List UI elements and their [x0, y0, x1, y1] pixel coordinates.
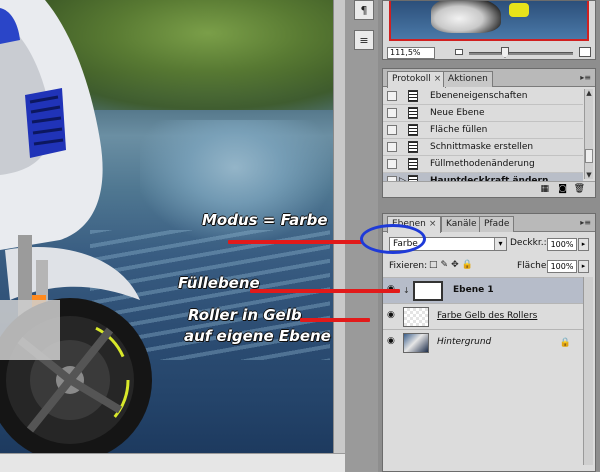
opacity-label: Deckkr.: [510, 238, 547, 248]
history-item[interactable]: Fläche füllen [383, 122, 583, 139]
layers-scrollbar[interactable] [583, 277, 593, 465]
tab-label: Pfade [484, 219, 510, 229]
layer-thumbnail[interactable] [413, 281, 443, 301]
history-state-icon [408, 90, 418, 102]
tab-pfade[interactable]: Pfade [479, 216, 515, 232]
navigator-panel: 111,5% [382, 0, 596, 60]
layer-thumbnail[interactable] [403, 307, 429, 327]
panel-menu-icon[interactable]: ▸≡ [580, 73, 591, 82]
snapshot-checkbox[interactable] [387, 91, 397, 101]
tab-label: Kanäle [446, 219, 477, 229]
layer-row-hintergrund[interactable]: ◉ Hintergrund 🔒 [383, 329, 583, 355]
canvas-vertical-scrollbar[interactable] [333, 0, 345, 453]
snapshot-checkbox[interactable] [387, 142, 397, 152]
tab-label: Protokoll [392, 74, 431, 84]
history-panel: Protokoll × Aktionen ▸≡ Ebeneneigenschaft… [382, 68, 596, 198]
brush-preset-icon[interactable]: ¶ [354, 0, 374, 20]
annotation-mode-circle [360, 224, 426, 254]
annotation-mode: Modus = Farbe [202, 211, 328, 229]
annotation-roller-line1: Roller in Gelb [188, 306, 302, 324]
annotation-fill-layer: Füllebene [178, 274, 260, 292]
history-item-label: Ebeneneigenschaften [430, 91, 528, 101]
scroll-down-icon[interactable]: ▼ [585, 171, 593, 179]
camera-icon[interactable]: ◙ [558, 184, 567, 194]
thumbnail-scooter [431, 1, 501, 33]
zoom-out-icon[interactable] [455, 49, 463, 55]
history-list: Ebeneneigenschaften Neue Ebene Fläche fü… [383, 88, 583, 190]
history-item[interactable]: Schnittmaske erstellen [383, 139, 583, 156]
tab-aktionen[interactable]: Aktionen [443, 71, 493, 87]
photoshop-window: ¶ ≡ 111,5% Protokoll × Aktionen ▸≡ Ebene… [0, 0, 600, 472]
history-item[interactable]: Ebeneneigenschaften [383, 88, 583, 105]
history-state-icon [408, 141, 418, 153]
history-state-icon [408, 158, 418, 170]
visibility-eye-icon[interactable]: ◉ [387, 311, 399, 320]
fill-label: Fläche: [517, 261, 550, 271]
chevron-down-icon[interactable]: ▾ [494, 238, 506, 250]
history-tabbar: Protokoll × Aktionen ▸≡ [383, 69, 595, 88]
snapshot-checkbox[interactable] [387, 125, 397, 135]
annotation-roller-line2: auf eigene Ebene [184, 327, 331, 345]
lock-transparency-icon[interactable]: □ [429, 260, 441, 270]
snapshot-checkbox[interactable] [387, 159, 397, 169]
opacity-input[interactable]: 100% [547, 238, 577, 251]
panel-menu-icon[interactable]: ▸≡ [580, 218, 591, 227]
navigator-thumbnail[interactable] [389, 1, 589, 41]
trash-icon[interactable]: 🗑 [574, 184, 585, 194]
lock-icon: 🔒 [559, 338, 571, 348]
canvas-status-bar [0, 453, 345, 472]
layer-row-ebene-1[interactable]: ◉ ↓ Ebene 1 [383, 277, 583, 303]
history-scrollbar[interactable]: ▲ ▼ [584, 89, 593, 179]
layer-name: Ebene 1 [453, 285, 494, 295]
opacity-slider-arrow-icon[interactable]: ▸ [578, 238, 589, 251]
layer-row-farbe-gelb[interactable]: ◉ Farbe Gelb des Rollers [383, 303, 583, 329]
fill-input[interactable]: 100% [547, 260, 577, 273]
thumbnail-light [509, 3, 529, 17]
zoom-slider[interactable] [469, 52, 573, 55]
lock-paint-icon[interactable]: ✎ [441, 260, 452, 270]
scroll-thumb[interactable] [585, 149, 593, 163]
scroll-up-icon[interactable]: ▲ [585, 89, 593, 97]
history-item-label: Füllmethodenänderung [430, 159, 535, 169]
history-item[interactable]: Füllmethodenänderung [383, 156, 583, 173]
zoom-input[interactable]: 111,5% [387, 47, 435, 59]
zoom-in-icon[interactable] [579, 47, 591, 57]
annotation-mode-line [228, 240, 362, 244]
annotation-roller-line [300, 318, 370, 322]
tab-kanaele[interactable]: Kanäle [441, 216, 482, 232]
history-footer-toolbar: ▦ ◙ 🗑 [383, 181, 595, 197]
history-item-label: Fläche füllen [430, 125, 488, 135]
close-icon[interactable]: × [434, 74, 442, 84]
visibility-eye-icon[interactable]: ◉ [387, 337, 399, 346]
snapshot-checkbox[interactable] [387, 108, 397, 118]
fill-slider-arrow-icon[interactable]: ▸ [578, 260, 589, 273]
history-state-icon [408, 124, 418, 136]
lock-label: Fixieren: [389, 261, 428, 271]
annotation-fill-layer-line [250, 289, 400, 293]
layers-panel: Ebenen × Kanäle Pfade ▸≡ Farbe ▾ Deckkr.:… [382, 213, 596, 472]
history-item[interactable]: Neue Ebene [383, 105, 583, 122]
clipping-arrow-icon: ↓ [403, 286, 410, 295]
new-document-icon[interactable]: ▦ [540, 184, 549, 194]
document-icon[interactable]: ≡ [354, 30, 374, 50]
history-item-label: Neue Ebene [430, 108, 485, 118]
lock-all-icon[interactable]: 🔒 [462, 260, 476, 270]
layer-thumbnail[interactable] [403, 333, 429, 353]
layer-name: Farbe Gelb des Rollers [437, 311, 538, 321]
lock-options[interactable]: □✎✥🔒 [429, 260, 476, 270]
zoom-slider-handle[interactable] [501, 47, 509, 58]
tab-protokoll[interactable]: Protokoll × [387, 71, 447, 88]
lock-position-icon[interactable]: ✥ [451, 260, 462, 270]
layer-name: Hintergrund [437, 337, 492, 347]
history-item-label: Schnittmaske erstellen [430, 142, 534, 152]
history-state-icon [408, 107, 418, 119]
tab-label: Aktionen [448, 74, 488, 84]
close-icon[interactable]: × [429, 219, 437, 229]
